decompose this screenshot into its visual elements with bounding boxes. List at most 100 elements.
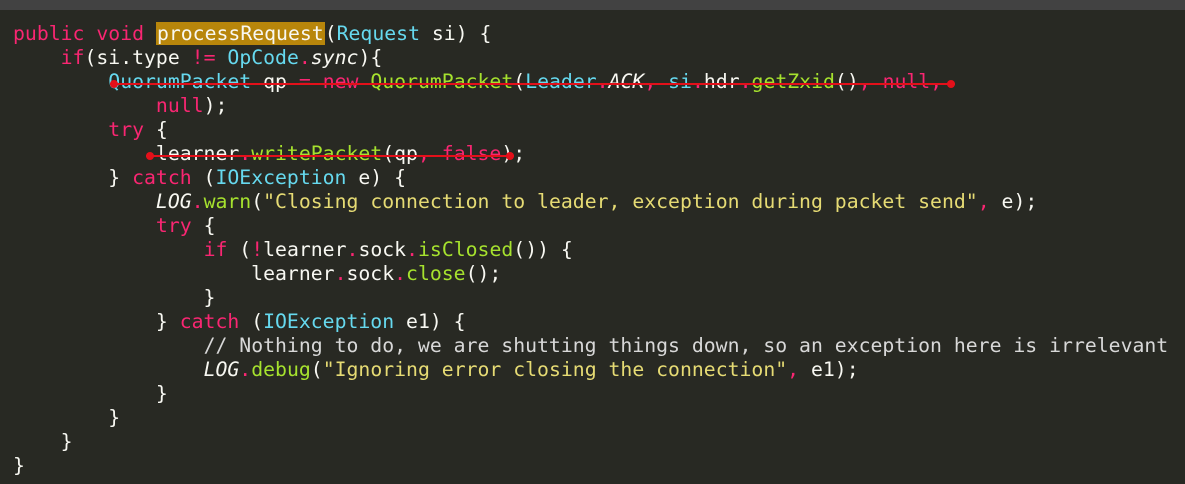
code-token: hdr xyxy=(703,70,740,93)
code-line[interactable]: } xyxy=(13,454,1168,478)
code-token: try xyxy=(155,214,192,237)
code-token: si) { xyxy=(419,22,492,45)
code-token: IOException xyxy=(215,166,347,189)
code-token: si xyxy=(668,70,692,93)
code-token: ( xyxy=(191,166,216,189)
code-token: ( xyxy=(513,70,526,93)
code-token: , xyxy=(787,358,811,381)
code-line[interactable]: QuorumPacket qp = new QuorumPacket(Leade… xyxy=(13,70,1168,94)
code-token: . xyxy=(191,190,204,213)
code-token: // Nothing to do, we are shutting things… xyxy=(203,334,1169,357)
code-token: } xyxy=(13,454,25,477)
code-token: false xyxy=(441,142,502,165)
code-token: IOException xyxy=(263,310,395,333)
code-token: QuorumPacket xyxy=(370,70,514,93)
code-token: catch xyxy=(179,310,240,333)
code-token: Leader xyxy=(525,70,597,93)
code-token: (qp xyxy=(382,142,418,165)
code-line[interactable]: LOG.debug("Ignoring error closing the co… xyxy=(13,358,1168,382)
code-block[interactable]: public void processRequest(Request si) {… xyxy=(13,22,1168,478)
code-token: ){ xyxy=(358,46,383,69)
code-token: sock xyxy=(358,238,407,261)
code-token: getZxid xyxy=(751,70,835,93)
code-token: . xyxy=(239,358,252,381)
code-token: learner xyxy=(13,262,335,285)
code-token: ); xyxy=(501,142,526,165)
code-line[interactable]: learner.sock.close(); xyxy=(13,262,1168,286)
code-token: sync xyxy=(310,46,359,69)
code-token: learner xyxy=(13,142,240,165)
code-line[interactable]: } catch (IOException e1) { xyxy=(13,310,1168,334)
code-line[interactable]: if(si.type != OpCode.sync){ xyxy=(13,46,1168,70)
code-token: warn xyxy=(203,190,252,213)
code-token: catch xyxy=(132,166,192,189)
code-token: ACK xyxy=(608,70,645,93)
code-token: } xyxy=(13,382,168,405)
code-token: LOG xyxy=(155,190,192,213)
code-token: null xyxy=(155,94,204,117)
code-token: , xyxy=(930,70,943,93)
code-editor[interactable]: public void processRequest(Request si) {… xyxy=(0,10,1185,484)
code-token: , xyxy=(977,190,1002,213)
code-token: . xyxy=(334,262,347,285)
code-token: e1) { xyxy=(394,310,466,333)
code-token: debug xyxy=(251,358,311,381)
code-line[interactable]: } xyxy=(13,430,1168,454)
code-token: void xyxy=(96,22,145,45)
code-token: processRequest xyxy=(155,22,325,45)
code-token: () xyxy=(834,70,859,93)
editor-top-bar xyxy=(0,0,1185,10)
code-token: ( xyxy=(227,238,252,261)
code-token: close xyxy=(406,262,466,285)
code-token: Request xyxy=(336,22,420,45)
code-token: public xyxy=(13,22,85,45)
code-line[interactable]: public void processRequest(Request si) { xyxy=(13,22,1168,46)
code-token: "Ignoring error closing the connection" xyxy=(322,358,788,381)
code-line[interactable]: // Nothing to do, we are shutting things… xyxy=(13,334,1169,358)
code-token: if xyxy=(60,46,85,69)
code-token: . xyxy=(298,46,311,69)
code-token: } xyxy=(13,286,216,309)
code-line[interactable]: } xyxy=(13,406,1168,430)
code-token: . xyxy=(739,70,752,93)
code-line[interactable]: if (!learner.sock.isClosed()) { xyxy=(13,238,1168,262)
code-token: { xyxy=(144,118,168,141)
code-token: = xyxy=(298,70,311,93)
code-token: ); xyxy=(203,94,228,117)
code-token: { xyxy=(191,214,216,237)
code-token: } xyxy=(13,430,73,453)
code-token: qp xyxy=(251,70,299,93)
code-token: "Closing connection to leader, exception… xyxy=(263,190,978,213)
code-token: ( xyxy=(324,22,337,45)
code-line[interactable]: null); xyxy=(13,94,1168,118)
code-line[interactable]: learner.writePacket(qp, false); xyxy=(13,142,1168,166)
code-token: e); xyxy=(1001,190,1038,213)
code-token: } xyxy=(13,406,121,429)
code-token: e1); xyxy=(810,358,859,381)
code-line[interactable]: LOG.warn("Closing connection to leader, … xyxy=(13,190,1168,214)
code-line[interactable]: } catch (IOException e) { xyxy=(13,166,1168,190)
code-token: learner xyxy=(263,238,347,261)
code-token: ( xyxy=(239,310,264,333)
code-token: . xyxy=(239,142,252,165)
code-token: (si.type xyxy=(84,46,192,69)
code-token: QuorumPacket xyxy=(108,70,252,93)
code-token: != xyxy=(191,46,216,69)
code-line[interactable]: try { xyxy=(13,214,1168,238)
code-token: isClosed xyxy=(418,238,514,261)
code-line[interactable]: } xyxy=(13,286,1168,310)
code-token: sock xyxy=(346,262,395,285)
code-token: try xyxy=(108,118,145,141)
code-line[interactable]: } xyxy=(13,382,1168,406)
code-line[interactable]: try { xyxy=(13,118,1168,142)
